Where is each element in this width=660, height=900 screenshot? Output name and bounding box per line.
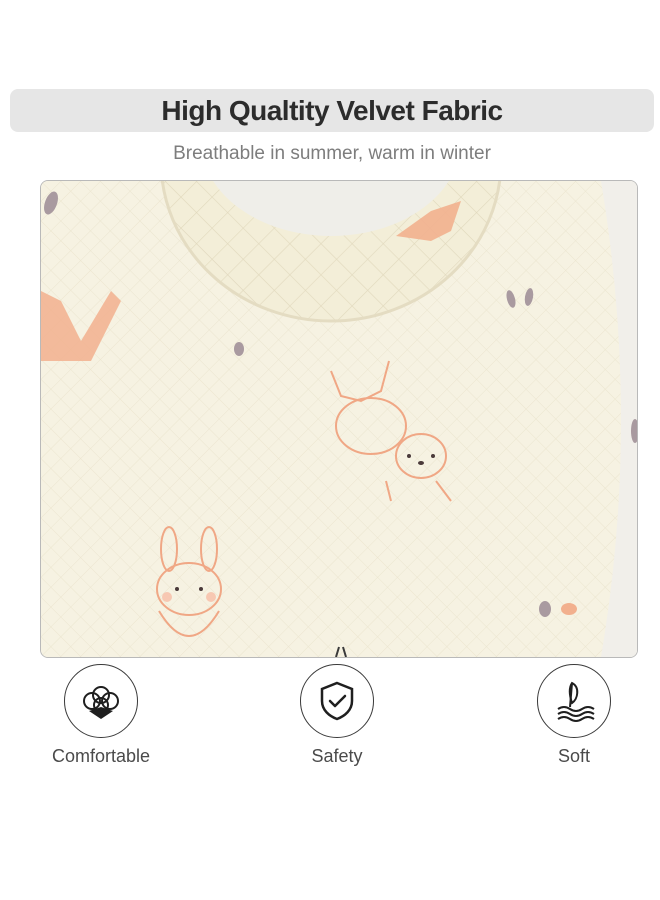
bib-illustration	[41, 181, 637, 657]
cotton-flower-icon	[64, 664, 138, 738]
page-subtitle: Breathable in summer, warm in winter	[173, 143, 491, 164]
page-title: High Qualtity Velvet Fabric	[161, 94, 503, 126]
feature-label: Comfortable	[51, 746, 151, 766]
feature-soft: Soft	[499, 664, 649, 767]
feature-label: Soft	[557, 746, 591, 766]
feather-wave-icon	[537, 664, 611, 738]
feature-label: Safety	[311, 746, 363, 766]
shield-check-icon	[300, 664, 374, 738]
feature-comfortable: Comfortable	[26, 664, 176, 767]
feature-safety: Safety	[262, 664, 412, 767]
product-photo	[40, 180, 638, 658]
title-banner: High Qualtity Velvet Fabric	[10, 89, 654, 132]
